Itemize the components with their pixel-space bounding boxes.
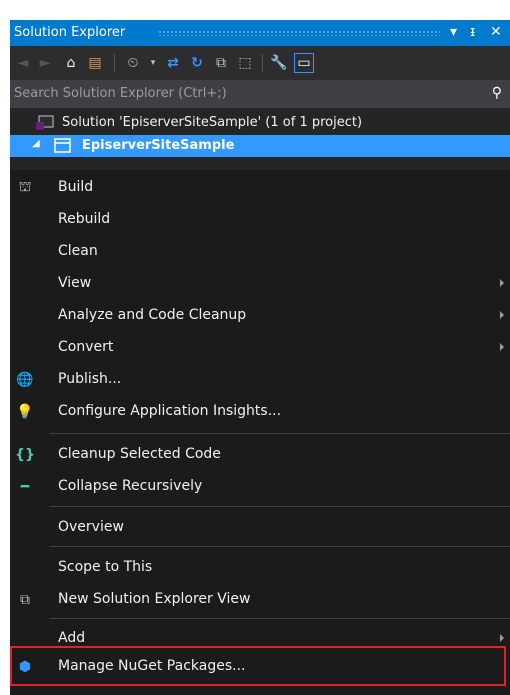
menu-item-build[interactable]: ⛫ Build — [10, 172, 510, 202]
new-view-icon: ⧉ — [20, 592, 30, 608]
submenu-arrow-icon — [500, 343, 504, 351]
project-context-menu: ⛫ Build Rebuild Clean View Analyze and C… — [10, 170, 510, 695]
refresh-icon[interactable]: ↻ — [188, 54, 206, 72]
solution-tree: Solution 'EpiserverSiteSample' (1 of 1 p… — [10, 108, 510, 170]
menu-item-label: Cleanup Selected Code — [58, 446, 221, 462]
menu-item-label: Scope to This — [58, 559, 153, 575]
menu-item-collapse-recursively[interactable]: ━ Collapse Recursively — [10, 471, 510, 501]
application-insights-icon: 💡 — [16, 404, 34, 420]
menu-separator — [50, 546, 510, 547]
build-icon: ⛫ — [18, 179, 32, 195]
panel-title: Solution Explorer — [14, 25, 126, 40]
menu-item-label: Analyze and Code Cleanup — [58, 307, 247, 323]
close-icon[interactable]: ✕ — [490, 23, 502, 41]
menu-item-cleanup-selected-code[interactable]: {} Cleanup Selected Code — [10, 439, 510, 469]
solution-icon — [36, 115, 54, 130]
menu-item-analyze-code-cleanup[interactable]: Analyze and Code Cleanup — [10, 300, 510, 330]
menu-item-clean[interactable]: Clean — [10, 236, 510, 266]
menu-item-label: Rebuild — [58, 211, 111, 227]
title-grip — [158, 30, 440, 36]
tree-item-project-selected[interactable]: ◢ EpiserverSiteSample — [10, 135, 510, 157]
menu-item-label: Publish... — [58, 371, 122, 387]
solution-explorer-toolbar: ◄ ► ⌂ ▤ ⏲ ▾ ⇄ ↻ ⧉ ⬚ 🔧 ▭ — [10, 46, 510, 80]
project-label: EpiserverSiteSample — [82, 138, 235, 153]
tree-item-solution[interactable]: Solution 'EpiserverSiteSample' (1 of 1 p… — [10, 112, 510, 134]
menu-item-rebuild[interactable]: Rebuild — [10, 204, 510, 234]
menu-item-new-solution-explorer-view[interactable]: ⧉ New Solution Explorer View — [10, 584, 510, 614]
menu-item-label: New Solution Explorer View — [58, 591, 251, 607]
toolbar-separator — [114, 54, 115, 72]
menu-item-label: Build — [58, 179, 94, 195]
web-project-icon — [54, 138, 71, 153]
menu-item-label: Collapse Recursively — [58, 478, 203, 494]
menu-item-convert[interactable]: Convert — [10, 332, 510, 362]
solution-explorer-panel: Solution Explorer ▾ ᵻ ✕ ◄ ► ⌂ ▤ ⏲ ▾ ⇄ ↻ … — [10, 20, 510, 695]
properties-wrench-icon[interactable]: 🔧 — [270, 54, 288, 72]
panel-title-bar[interactable]: Solution Explorer ▾ ᵻ ✕ — [10, 20, 510, 46]
menu-item-view[interactable]: View — [10, 268, 510, 298]
forward-icon[interactable]: ► — [36, 54, 54, 72]
collapse-icon: ━ — [20, 479, 30, 495]
search-placeholder: Search Solution Explorer (Ctrl+;) — [14, 86, 227, 101]
menu-item-label: Convert — [58, 339, 114, 355]
toolbar-separator — [262, 54, 263, 72]
menu-item-overview[interactable]: Overview — [10, 512, 510, 542]
window-position-dropdown-icon[interactable]: ▾ — [450, 23, 457, 41]
search-box[interactable]: Search Solution Explorer (Ctrl+;) ⚲ — [10, 80, 510, 108]
preview-selected-items-icon[interactable]: ▭ — [294, 53, 314, 73]
highlight-box — [10, 646, 506, 686]
menu-item-label: View — [58, 275, 92, 291]
show-all-files-icon[interactable]: ⬚ — [236, 54, 254, 72]
solution-label: Solution 'EpiserverSiteSample' (1 of 1 p… — [62, 115, 363, 130]
menu-item-scope-to-this[interactable]: Scope to This — [10, 552, 510, 582]
submenu-arrow-icon — [500, 311, 504, 319]
menu-item-label: Clean — [58, 243, 98, 259]
menu-item-label: Configure Application Insights... — [58, 403, 282, 419]
submenu-arrow-icon — [500, 279, 504, 287]
pin-icon[interactable]: ᵻ — [470, 23, 475, 41]
menu-separator — [50, 618, 510, 619]
submenu-arrow-icon — [500, 634, 504, 642]
home-icon[interactable]: ⌂ — [62, 54, 80, 72]
menu-separator — [50, 506, 510, 507]
pending-changes-filter-icon[interactable]: ⏲ — [124, 54, 142, 72]
menu-item-label: Overview — [58, 519, 124, 535]
back-icon[interactable]: ◄ — [14, 54, 32, 72]
menu-item-configure-app-insights[interactable]: 💡 Configure Application Insights... — [10, 396, 510, 426]
filter-dropdown-icon[interactable]: ▾ — [144, 54, 162, 72]
publish-globe-icon: 🌐 — [16, 372, 34, 388]
menu-item-publish[interactable]: 🌐 Publish... — [10, 364, 510, 394]
menu-separator — [50, 433, 510, 434]
sync-with-document-icon[interactable]: ⇄ — [164, 54, 182, 72]
braces-icon: {} — [15, 447, 35, 463]
search-icon[interactable]: ⚲ — [492, 85, 502, 101]
expand-arrow-icon[interactable]: ◢ — [32, 138, 40, 149]
switch-views-icon[interactable]: ▤ — [86, 54, 104, 72]
collapse-all-icon[interactable]: ⧉ — [212, 54, 230, 72]
menu-item-label: Add — [58, 630, 86, 646]
